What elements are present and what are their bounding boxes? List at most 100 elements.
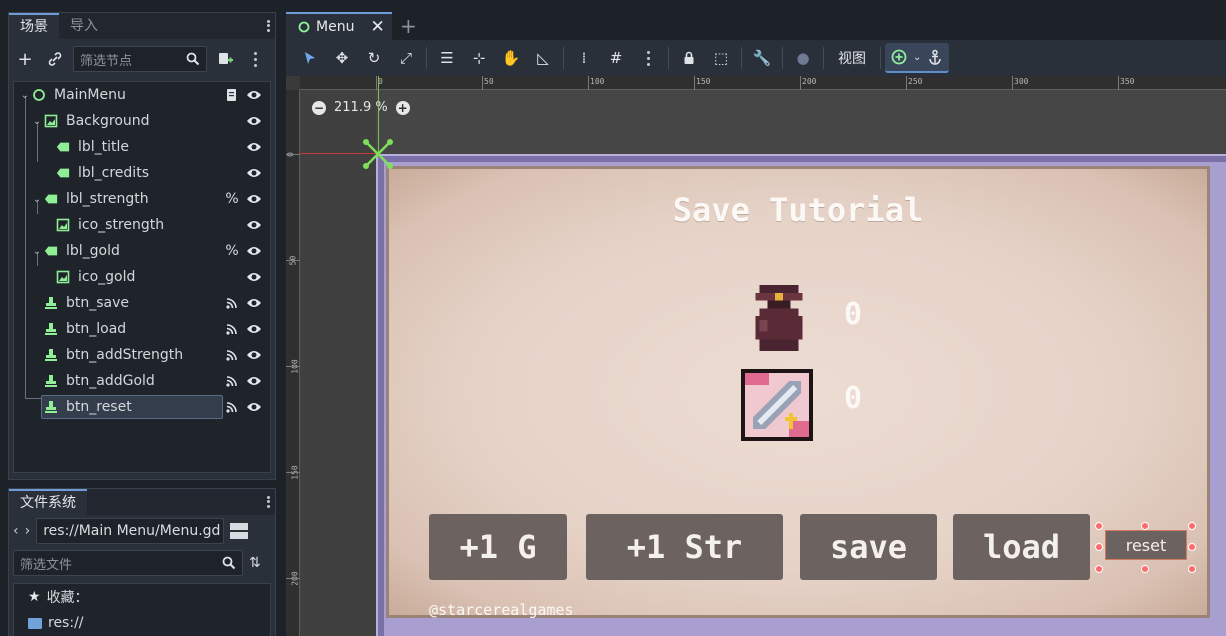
resize-handle[interactable] — [1095, 522, 1103, 530]
select-tool-icon[interactable] — [294, 43, 326, 73]
unique-name-icon[interactable]: % — [224, 243, 240, 259]
fs-path-field[interactable]: res://Main Menu/Menu.gd — [36, 518, 225, 544]
visibility-eye-icon[interactable] — [246, 113, 262, 129]
pivot-tool-icon[interactable]: ⊹ — [463, 43, 495, 73]
zoom-out-button[interactable]: − — [312, 100, 326, 115]
visibility-eye-icon[interactable] — [246, 399, 262, 415]
fs-menu-icon[interactable] — [263, 493, 273, 511]
snap-options-icon[interactable] — [632, 43, 664, 73]
grid-snap-icon[interactable]: # — [600, 43, 632, 73]
scene-tree-label: btn_addGold — [66, 373, 155, 389]
link-icon[interactable] — [43, 47, 67, 71]
scene-tree-row[interactable]: ⌄ lbl_gold% — [14, 238, 270, 264]
camera-icon[interactable]: ● — [787, 43, 819, 73]
tab-import[interactable]: 导入 — [59, 13, 109, 39]
zoom-level[interactable]: 211.9 % — [334, 100, 388, 115]
chevron-down-icon[interactable]: ⌄ — [20, 90, 30, 101]
dock-menu-icon[interactable] — [263, 17, 273, 35]
signal-icon[interactable] — [224, 321, 240, 337]
scene-tree-row[interactable]: btn_addGold — [14, 368, 270, 394]
anchor-preset-icon — [891, 49, 907, 65]
visibility-eye-icon[interactable] — [246, 139, 262, 155]
load-button[interactable]: load — [953, 514, 1090, 580]
scene-tree-row[interactable]: ico_gold — [14, 264, 270, 290]
back-icon[interactable]: ‹ — [13, 523, 19, 539]
resize-handle[interactable] — [1188, 543, 1196, 551]
visibility-eye-icon[interactable] — [246, 347, 262, 363]
scene-tree-row[interactable]: btn_load — [14, 316, 270, 342]
chevron-down-icon[interactable]: ⌄ — [32, 116, 42, 127]
attach-script-icon[interactable] — [213, 47, 237, 71]
resize-handle[interactable] — [1141, 565, 1149, 573]
more-options-icon[interactable] — [243, 47, 267, 71]
favorites-item[interactable]: ★ 收藏： — [14, 584, 270, 610]
ruler-left[interactable]: 050100150200 — [286, 90, 300, 636]
scale-tool-icon[interactable]: ⤢ — [390, 43, 422, 73]
sort-icon[interactable]: ⇅ — [249, 555, 261, 571]
pivot-gizmo[interactable] — [362, 138, 394, 170]
ruler-top[interactable]: 0 50 100 150 200 250 300 350 — [300, 76, 1226, 90]
tab-scene[interactable]: 场景 — [9, 13, 59, 39]
zoom-in-button[interactable]: + — [395, 100, 410, 115]
signal-icon[interactable] — [224, 373, 240, 389]
scene-tree-row[interactable]: btn_reset — [14, 394, 270, 420]
signal-icon[interactable] — [224, 399, 240, 415]
signal-icon[interactable] — [224, 295, 240, 311]
save-button[interactable]: save — [800, 514, 937, 580]
add-node-icon[interactable]: + — [13, 47, 37, 71]
chevron-down-icon[interactable]: ⌄ — [32, 246, 42, 257]
unique-name-icon[interactable]: % — [224, 191, 240, 207]
rotate-tool-icon[interactable]: ↻ — [358, 43, 390, 73]
ruler-tick-label: 250 — [908, 77, 923, 86]
add-tab-icon[interactable]: + — [400, 14, 417, 38]
chevron-down-icon[interactable]: ⌄ — [32, 194, 42, 205]
scene-tree-row[interactable]: ⌄ Background — [14, 108, 270, 134]
visibility-eye-icon[interactable] — [246, 243, 262, 259]
close-icon[interactable]: ✕ — [370, 17, 384, 37]
scene-tree-row[interactable]: btn_addStrength — [14, 342, 270, 368]
visibility-eye-icon[interactable] — [246, 321, 262, 337]
filter-nodes-input[interactable]: 筛选节点 — [73, 46, 207, 72]
group-icon[interactable]: ⬚ — [705, 43, 737, 73]
visibility-eye-icon[interactable] — [246, 373, 262, 389]
res-root-item[interactable]: res:// — [14, 610, 270, 636]
lock-icon[interactable] — [673, 43, 705, 73]
credits-label: @starcerealgames — [429, 601, 574, 619]
scene-tree-row[interactable]: ico_strength — [14, 212, 270, 238]
visibility-eye-icon[interactable] — [246, 269, 262, 285]
script-icon[interactable] — [224, 87, 240, 103]
add-gold-button[interactable]: +1 G — [429, 514, 567, 580]
move-tool-icon[interactable]: ✥ — [326, 43, 358, 73]
visibility-eye-icon[interactable] — [246, 165, 262, 181]
scene-tree-row[interactable]: btn_save — [14, 290, 270, 316]
resize-handle[interactable] — [1188, 565, 1196, 573]
canvas-viewport[interactable]: 050100150200250300350 050100150200 − 211… — [286, 76, 1226, 636]
visibility-eye-icon[interactable] — [246, 295, 262, 311]
filter-files-input[interactable]: 筛选文件 — [13, 550, 243, 576]
tab-filesystem[interactable]: 文件系统 — [9, 489, 87, 515]
scene-tree-row[interactable]: ⌄ lbl_strength% — [14, 186, 270, 212]
signal-icon[interactable] — [224, 347, 240, 363]
pan-tool-icon[interactable]: ✋ — [495, 43, 527, 73]
smart-snap-icon[interactable]: ⁞ — [568, 43, 600, 73]
visibility-eye-icon[interactable] — [246, 217, 262, 233]
visibility-eye-icon[interactable] — [246, 87, 262, 103]
scene-tree-row[interactable]: ⌄ MainMenu — [14, 82, 270, 108]
resize-handle[interactable] — [1095, 543, 1103, 551]
anchor-layout-group[interactable]: ⌄ — [885, 43, 950, 73]
resize-handle[interactable] — [1188, 522, 1196, 530]
reset-button[interactable]: reset — [1105, 530, 1187, 560]
forward-icon[interactable]: › — [25, 523, 31, 539]
scene-tree-row[interactable]: lbl_credits — [14, 160, 270, 186]
ruler-tool-icon[interactable]: ◺ — [527, 43, 559, 73]
split-view-icon[interactable] — [230, 523, 249, 539]
skeleton-icon[interactable]: 🔧 — [746, 43, 778, 73]
resize-handle[interactable] — [1095, 565, 1103, 573]
list-select-icon[interactable]: ☰ — [431, 43, 463, 73]
scene-tree-row[interactable]: lbl_title — [14, 134, 270, 160]
add-strength-button[interactable]: +1 Str — [586, 514, 783, 580]
scene-tab-menu[interactable]: Menu ✕ — [286, 12, 392, 40]
view-menu[interactable]: 视图 — [828, 48, 876, 68]
visibility-eye-icon[interactable] — [246, 191, 262, 207]
resize-handle[interactable] — [1141, 522, 1149, 530]
